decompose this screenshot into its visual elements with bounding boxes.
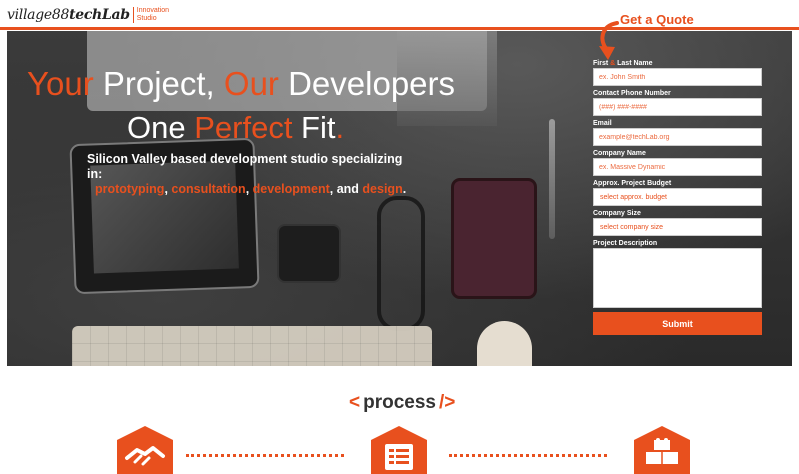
pen-graphic [549, 119, 555, 239]
process-connector-1 [186, 454, 344, 457]
budget-select[interactable]: select approx. budget [593, 188, 762, 206]
handshake-icon [117, 426, 173, 474]
open-bracket-glyph: < [349, 392, 361, 413]
submit-button[interactable]: Submit [593, 312, 762, 335]
description-textarea[interactable] [593, 248, 762, 308]
company-size-label: Company Size [593, 210, 641, 217]
document-list-icon [371, 426, 427, 474]
phone-label: Contact Phone Number [593, 90, 671, 97]
logo-tagline: Innovation Studio [132, 7, 169, 23]
name-input[interactable] [593, 68, 762, 86]
company-size-select[interactable]: select company size [593, 218, 762, 236]
hero-headline: Your Project, Our Developers [27, 65, 456, 102]
keyboard-graphic [72, 326, 432, 366]
hero-description: Silicon Valley based development studio … [87, 152, 407, 196]
process-connector-2 [449, 454, 607, 457]
process-title-text: process [363, 392, 436, 413]
glasses-graphic [377, 196, 425, 331]
logo-wordmark: village88techLab [7, 7, 130, 23]
company-label: Company Name [593, 150, 646, 157]
process-heading: < process /> [349, 392, 455, 414]
top-bar: village88techLab Innovation Studio Get a… [0, 0, 799, 30]
name-label: First & Last Name [593, 60, 653, 67]
curved-arrow-down-icon [599, 21, 619, 60]
hero-subheadline: One Perfect Fit. [127, 110, 345, 145]
mouse-graphic [477, 321, 532, 366]
site-logo[interactable]: village88techLab Innovation Studio [7, 7, 169, 23]
email-input[interactable] [593, 128, 762, 146]
budget-label: Approx. Project Budget [593, 180, 672, 187]
quote-form: First & Last Name Contact Phone Number E… [593, 59, 762, 335]
notebook-graphic [454, 181, 534, 296]
email-label: Email [593, 120, 612, 127]
company-input[interactable] [593, 158, 762, 176]
phone-input[interactable] [593, 98, 762, 116]
speaker-graphic [279, 226, 339, 281]
building-blocks-icon [634, 426, 690, 474]
get-a-quote-heading: Get a Quote [620, 12, 694, 27]
description-label: Project Description [593, 240, 658, 247]
close-bracket-glyph: /> [438, 392, 456, 413]
